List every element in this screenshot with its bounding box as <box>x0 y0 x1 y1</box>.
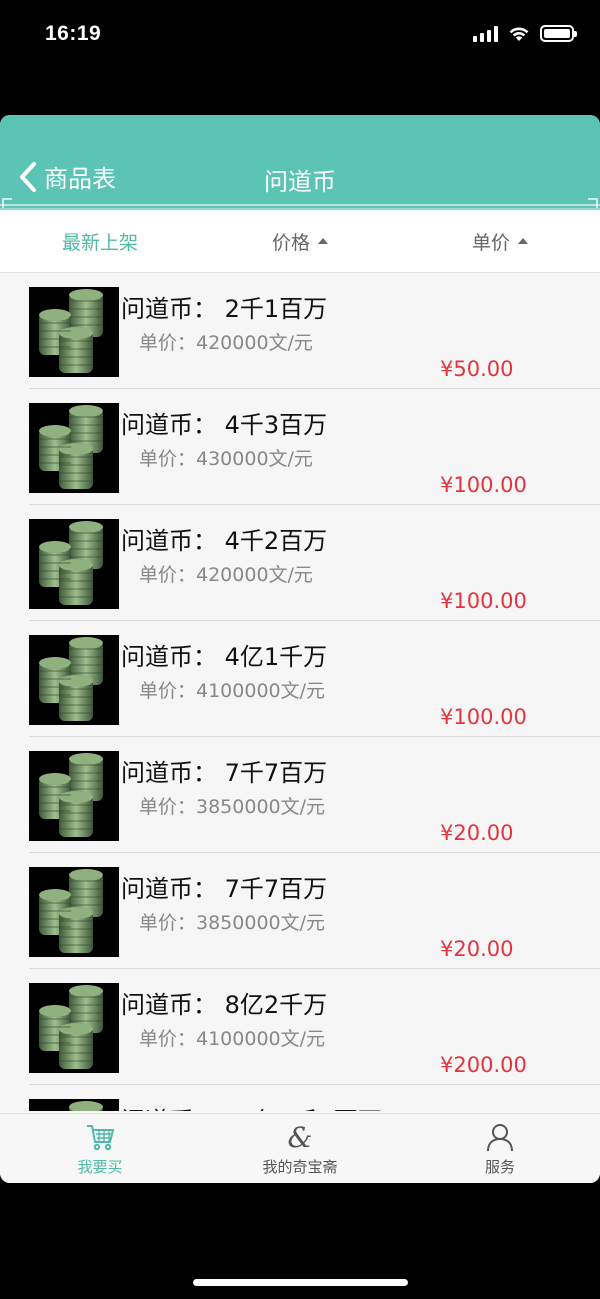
coin-stack-icon <box>29 635 119 725</box>
product-list[interactable]: 问道币： 2千1百万 单价：420000文/元 ¥50.00 问道币： 4千3百… <box>0 273 600 1111</box>
item-price: ¥20.00 <box>440 821 514 845</box>
item-price: ¥50.00 <box>440 357 514 381</box>
sort-tab-label: 价格 <box>271 231 310 254</box>
item-unit-price: 单价：4100000文/元 <box>139 1028 326 1050</box>
coin-stack-icon <box>29 983 119 1073</box>
sort-up-icon <box>318 238 328 244</box>
item-price: ¥20.00 <box>440 937 514 961</box>
tab-label: 服务 <box>484 1158 515 1176</box>
item-title: 问道币： 8亿2千万 <box>121 991 328 1019</box>
product-image <box>29 403 119 493</box>
list-item[interactable]: 问道币： 11亿7千5百万 <box>29 1085 600 1111</box>
list-item[interactable]: 问道币： 8亿2千万 单价：4100000文/元 ¥200.00 <box>29 969 600 1085</box>
list-item[interactable]: 问道币： 7千7百万 单价：3850000文/元 ¥20.00 <box>29 853 600 969</box>
coin-stack-icon <box>29 519 119 609</box>
tab-buy[interactable]: 我要买 <box>0 1114 200 1183</box>
item-title: 问道币： 4千2百万 <box>121 527 328 555</box>
item-title: 问道币： 7千7百万 <box>121 759 328 787</box>
product-image <box>29 635 119 725</box>
person-icon <box>487 1124 513 1152</box>
coin-stack-icon <box>29 403 119 493</box>
svg-text:&: & <box>288 1121 313 1153</box>
item-title: 问道币： 4千3百万 <box>121 411 328 439</box>
cellular-signal-icon <box>473 25 498 42</box>
coin-stack-icon <box>29 1099 119 1111</box>
item-unit-price: 单价：430000文/元 <box>139 448 313 470</box>
ampersand-icon: & <box>288 1121 313 1153</box>
list-item[interactable]: 问道币： 2千1百万 单价：420000文/元 ¥50.00 <box>29 273 600 389</box>
list-item[interactable]: 问道币： 4千2百万 单价：420000文/元 ¥100.00 <box>29 505 600 621</box>
tab-bar: 我要买 & 我的奇宝斋 服务 <box>0 1113 600 1183</box>
tab-service[interactable]: 服务 <box>400 1114 600 1183</box>
product-image <box>29 867 119 957</box>
product-image <box>29 983 119 1073</box>
list-item[interactable]: 问道币： 4千3百万 单价：430000文/元 ¥100.00 <box>29 389 600 505</box>
sort-tab-label: 最新上架 <box>61 231 138 254</box>
home-indicator[interactable] <box>193 1279 408 1286</box>
item-price: ¥200.00 <box>440 1053 527 1077</box>
item-title: 问道币： 7千7百万 <box>121 875 328 903</box>
battery-icon <box>540 25 577 42</box>
product-image <box>29 287 119 377</box>
item-price: ¥100.00 <box>440 589 527 613</box>
coin-stack-icon <box>29 751 119 841</box>
product-image <box>29 519 119 609</box>
page-title: 问道币 <box>264 168 336 196</box>
item-unit-price: 单价：3850000文/元 <box>139 796 326 818</box>
item-price: ¥100.00 <box>440 705 527 729</box>
sort-tab-label: 单价 <box>471 231 510 254</box>
product-image <box>29 751 119 841</box>
wifi-icon <box>509 27 529 41</box>
item-unit-price: 单价：4100000文/元 <box>139 680 326 702</box>
coin-stack-icon <box>29 867 119 957</box>
sort-bar: 最新上架 价格 单价 <box>0 210 600 273</box>
corner-ornament-right <box>588 198 598 208</box>
list-item[interactable]: 问道币： 7千7百万 单价：3850000文/元 ¥20.00 <box>29 737 600 853</box>
list-item[interactable]: 问道币： 4亿1千万 单价：4100000文/元 ¥100.00 <box>29 621 600 737</box>
sort-tab-price[interactable]: 价格 <box>200 228 400 255</box>
item-title: 问道币： 4亿1千万 <box>121 643 328 671</box>
item-unit-price: 单价：420000文/元 <box>139 332 313 354</box>
product-image <box>29 1099 119 1111</box>
app-window: 商品表 问道币 最新上架 价格 单价 问道币： 2千1百万 单价：420000文… <box>0 115 600 1183</box>
status-time: 16:19 <box>45 22 102 45</box>
tab-my-treasure[interactable]: & 我的奇宝斋 <box>200 1114 400 1183</box>
item-title: 问道币： 2千1百万 <box>121 295 328 323</box>
item-price: ¥100.00 <box>440 473 527 497</box>
status-bar: 16:19 <box>0 0 600 72</box>
tab-label: 我的奇宝斋 <box>262 1158 338 1176</box>
item-title: 问道币： 11亿7千5百万 <box>121 1101 382 1111</box>
nav-header: 商品表 问道币 <box>0 115 600 210</box>
cart-icon <box>87 1125 114 1151</box>
status-icons <box>473 25 577 42</box>
item-unit-price: 单价：3850000文/元 <box>139 912 326 934</box>
sort-up-icon <box>518 238 528 244</box>
sort-tab-unit-price[interactable]: 单价 <box>400 228 600 255</box>
sort-tab-newest[interactable]: 最新上架 <box>0 228 200 255</box>
tab-label: 我要买 <box>77 1158 123 1176</box>
item-unit-price: 单价：420000文/元 <box>139 564 313 586</box>
coin-stack-icon <box>29 287 119 377</box>
corner-ornament-left <box>2 198 12 208</box>
